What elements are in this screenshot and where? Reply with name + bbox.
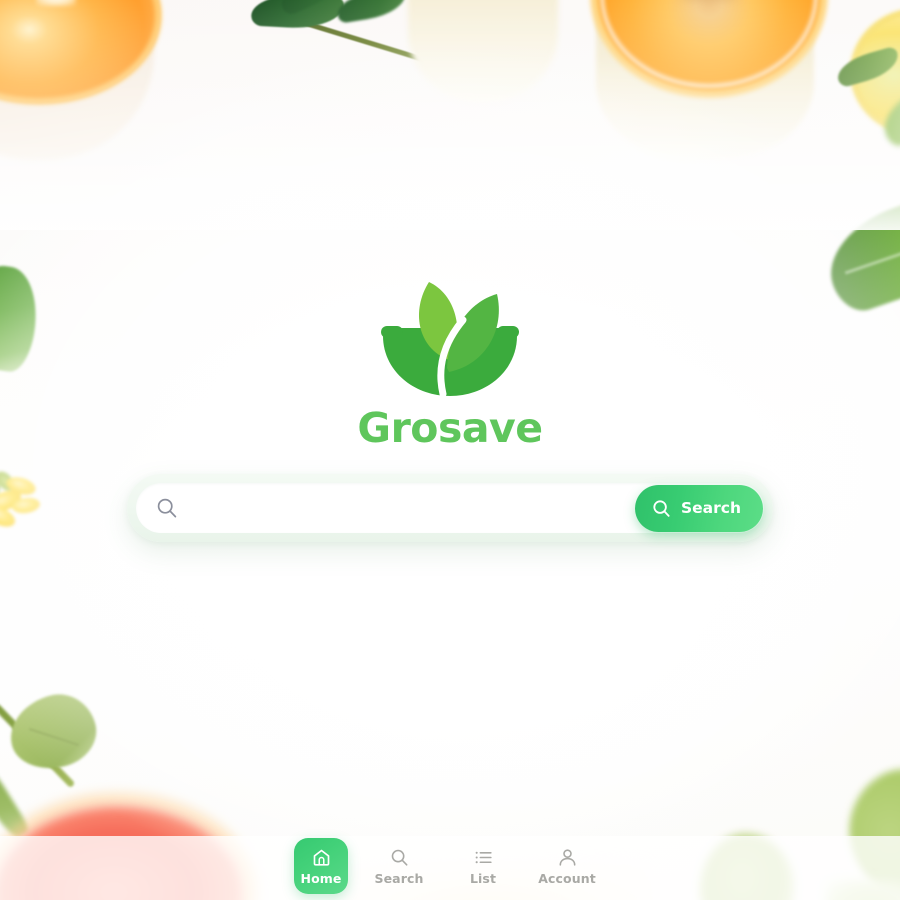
home-icon bbox=[313, 849, 329, 866]
search-input[interactable] bbox=[190, 488, 635, 528]
list-icon bbox=[475, 851, 492, 863]
nav-item-list[interactable]: List bbox=[450, 838, 516, 894]
nav-label-list: List bbox=[469, 870, 497, 886]
magnifier-icon bbox=[157, 498, 177, 518]
bottom-navigation: Home Search List Account bbox=[0, 838, 900, 894]
app-root: Grosave Search Home Search List Account bbox=[0, 0, 900, 900]
nav-label-home: Home bbox=[300, 870, 342, 886]
search-bar[interactable]: Search bbox=[127, 474, 773, 542]
center-content: Grosave Search bbox=[0, 272, 900, 542]
nav-label-search: Search bbox=[374, 870, 424, 886]
magnifier-icon bbox=[653, 499, 670, 517]
search-icon bbox=[391, 849, 407, 866]
search-button[interactable]: Search bbox=[634, 484, 763, 532]
leaves-in-bowl-logo bbox=[381, 282, 519, 398]
orange-center-top-center bbox=[678, 0, 740, 2]
orange-core-top-left bbox=[36, 0, 76, 6]
nav-item-home[interactable]: Home bbox=[294, 838, 348, 894]
nav-item-account[interactable]: Account bbox=[528, 838, 606, 894]
nav-label-account: Account bbox=[538, 870, 596, 886]
search-button-label: Search bbox=[680, 499, 741, 517]
account-icon bbox=[559, 848, 575, 866]
nav-item-search[interactable]: Search bbox=[360, 838, 438, 894]
logo-wordmark: Grosave bbox=[357, 404, 543, 452]
